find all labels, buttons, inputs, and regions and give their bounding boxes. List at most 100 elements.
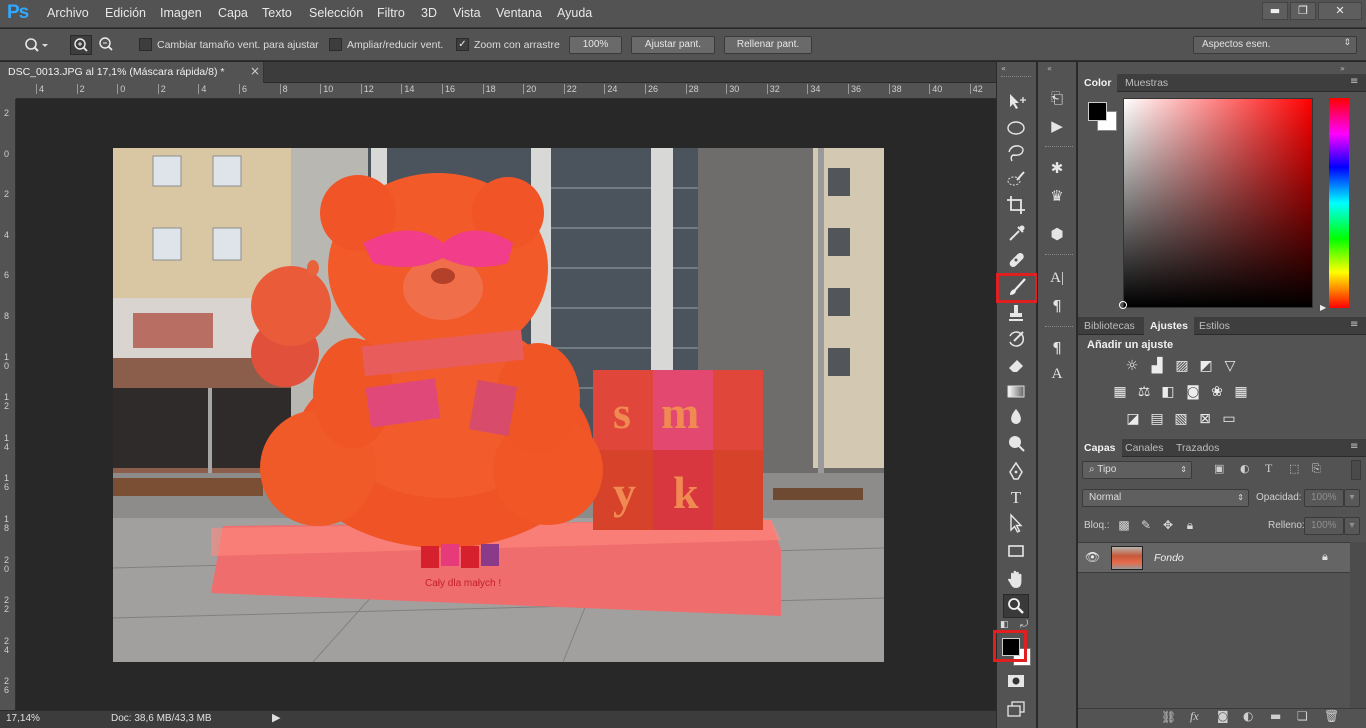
default-colors-icon[interactable]: ◧	[1000, 620, 1009, 630]
quick-mask-button[interactable]	[1003, 670, 1029, 694]
adjustments-panel-menu-icon[interactable]: ≡	[1350, 319, 1358, 330]
menu-archivo[interactable]: Archivo	[47, 6, 89, 20]
filter-smart-object-icon[interactable]: ⎘	[1312, 462, 1321, 476]
lock-position-icon[interactable]: ✥	[1160, 517, 1176, 533]
workspace-dropdown[interactable]: Aspectos esen. ⇕	[1193, 36, 1357, 54]
delete-layer-icon[interactable]: 🗑︎	[1324, 709, 1339, 723]
fill-dropdown-arrow[interactable]: ▾	[1344, 517, 1360, 535]
color-panel-foreground-swatch[interactable]	[1088, 102, 1107, 121]
vibrance-icon[interactable]: ▽	[1220, 357, 1240, 375]
color-lookup-icon[interactable]: ▦	[1231, 383, 1251, 401]
new-adjustment-layer-icon[interactable]: ◐	[1243, 709, 1253, 723]
restore-button[interactable]: ❐	[1290, 2, 1316, 20]
zoom-out-button[interactable]	[96, 35, 118, 55]
curves-icon[interactable]: ▨	[1172, 357, 1192, 375]
menu-ayuda[interactable]: Ayuda	[557, 6, 592, 20]
brush-tool[interactable]	[996, 273, 1038, 303]
brush-settings-panel-button[interactable]: ✱	[1043, 156, 1071, 180]
photo-filter-icon[interactable]: ◙	[1183, 383, 1203, 401]
zoom-tool-preset-picker[interactable]	[22, 36, 50, 54]
menu-filtro[interactable]: Filtro	[377, 6, 405, 20]
move-tool[interactable]	[1003, 90, 1029, 114]
tab-ajustes[interactable]: Ajustes	[1144, 317, 1194, 335]
document-tab[interactable]: DSC_0013.JPG al 17,1% (Máscara rápida/8)…	[0, 62, 264, 83]
eraser-tool[interactable]	[1003, 354, 1029, 378]
fill-field[interactable]: 100%	[1304, 517, 1344, 535]
fill-screen-button[interactable]: Rellenar pant.	[724, 36, 812, 54]
color-field-picker[interactable]	[1119, 301, 1127, 309]
clone-stamp-tool[interactable]	[1003, 302, 1029, 326]
tab-trazados[interactable]: Trazados	[1170, 439, 1225, 457]
layer-style-fx-icon[interactable]: fx	[1190, 709, 1199, 724]
history-panel-button[interactable]: ⎗	[1043, 86, 1071, 110]
healing-brush-tool[interactable]	[1003, 249, 1029, 273]
marquee-tool[interactable]	[1003, 116, 1029, 140]
close-button[interactable]: ✕	[1318, 2, 1362, 20]
lock-all-icon[interactable]: 🔒︎	[1182, 517, 1198, 533]
crop-tool[interactable]	[1003, 194, 1029, 218]
paragraph-panel-button[interactable]: ¶	[1043, 294, 1071, 318]
tab-capas[interactable]: Capas	[1078, 439, 1122, 457]
opacity-field[interactable]: 100%	[1304, 489, 1344, 507]
layers-panel-menu-icon[interactable]: ≡	[1350, 441, 1358, 452]
actions-panel-button[interactable]: ▶	[1043, 114, 1071, 138]
foreground-color-swatch[interactable]	[1002, 638, 1020, 656]
document-canvas[interactable]: s m y k Cały dla małych !	[113, 148, 884, 662]
path-selection-tool[interactable]	[1003, 512, 1029, 536]
filter-pixel-icon[interactable]: ▣	[1214, 462, 1224, 475]
gradient-map-icon[interactable]: ▭	[1219, 410, 1239, 428]
menu-ventana[interactable]: Ventana	[496, 6, 542, 20]
exposure-icon[interactable]: ◩	[1196, 357, 1216, 375]
new-layer-icon[interactable]: ❏	[1297, 709, 1308, 723]
menu-seleccion[interactable]: Selección	[309, 6, 363, 20]
status-menu-arrow-icon[interactable]: ▶	[272, 711, 280, 724]
zoom-tool[interactable]	[1003, 594, 1029, 618]
collapse-tools-icon[interactable]: «	[1001, 64, 1006, 73]
tab-canales[interactable]: Canales	[1119, 439, 1170, 457]
rectangle-tool[interactable]	[1003, 540, 1029, 564]
tab-muestras[interactable]: Muestras	[1119, 74, 1174, 92]
fit-screen-button[interactable]: Ajustar pant.	[631, 36, 715, 54]
color-panel-menu-icon[interactable]: ≡	[1350, 76, 1358, 87]
filter-shape-icon[interactable]: ⬚	[1289, 462, 1299, 475]
blend-mode-dropdown[interactable]: Normal ⇕	[1082, 489, 1249, 507]
opacity-dropdown-arrow[interactable]: ▾	[1344, 489, 1360, 507]
tab-color[interactable]: Color	[1078, 74, 1118, 92]
tools-grip[interactable]	[1001, 76, 1031, 79]
menu-vista[interactable]: Vista	[453, 6, 481, 20]
minimize-button[interactable]: ▬	[1262, 2, 1288, 20]
menu-3d[interactable]: 3D	[421, 6, 437, 20]
history-brush-tool[interactable]	[1003, 328, 1029, 352]
layer-name[interactable]: Fondo	[1154, 552, 1184, 564]
filter-type-icon[interactable]: T	[1265, 461, 1272, 476]
brightness-contrast-icon[interactable]: ☼	[1122, 357, 1142, 375]
layers-scrollbar[interactable]	[1350, 542, 1366, 708]
gradient-tool[interactable]	[1003, 380, 1029, 404]
hue-slider-handle-icon[interactable]: ▶	[1320, 303, 1326, 312]
zoom-all-windows-checkbox[interactable]	[329, 38, 342, 51]
hue-saturation-icon[interactable]: ▦	[1110, 383, 1130, 401]
zoom-100-button[interactable]: 100%	[569, 36, 622, 54]
menu-edicion[interactable]: Edición	[105, 6, 146, 20]
layer-visibility-eye-icon[interactable]: 👁︎	[1085, 550, 1100, 564]
scrubby-zoom-checkbox[interactable]: ✓	[456, 38, 469, 51]
posterize-icon[interactable]: ▤	[1147, 410, 1167, 428]
menu-texto[interactable]: Texto	[262, 6, 292, 20]
hue-slider[interactable]	[1329, 98, 1349, 308]
swap-colors-icon[interactable]: ⤾	[1020, 619, 1028, 630]
resize-windows-checkbox[interactable]	[139, 38, 152, 51]
filter-toggle[interactable]	[1351, 460, 1361, 480]
layer-row-fondo[interactable]: 👁︎ Fondo 🔒︎	[1078, 542, 1350, 573]
hand-tool[interactable]	[1003, 568, 1029, 592]
add-mask-icon[interactable]: ◙	[1217, 709, 1229, 723]
link-layers-icon[interactable]: ⛓︎	[1161, 710, 1176, 724]
pen-tool[interactable]	[1003, 460, 1029, 484]
layer-filter-dropdown[interactable]: ⌕ Tipo ⇕	[1082, 461, 1192, 479]
tab-estilos[interactable]: Estilos	[1193, 317, 1236, 335]
black-white-icon[interactable]: ◧	[1158, 383, 1178, 401]
quick-selection-tool[interactable]	[1003, 168, 1029, 192]
color-balance-icon[interactable]: ⚖	[1134, 383, 1154, 401]
dodge-tool[interactable]	[1003, 432, 1029, 456]
character-styles-panel-button[interactable]: A	[1043, 362, 1071, 386]
collapse-right-panels-icon[interactable]: »	[1340, 64, 1345, 73]
